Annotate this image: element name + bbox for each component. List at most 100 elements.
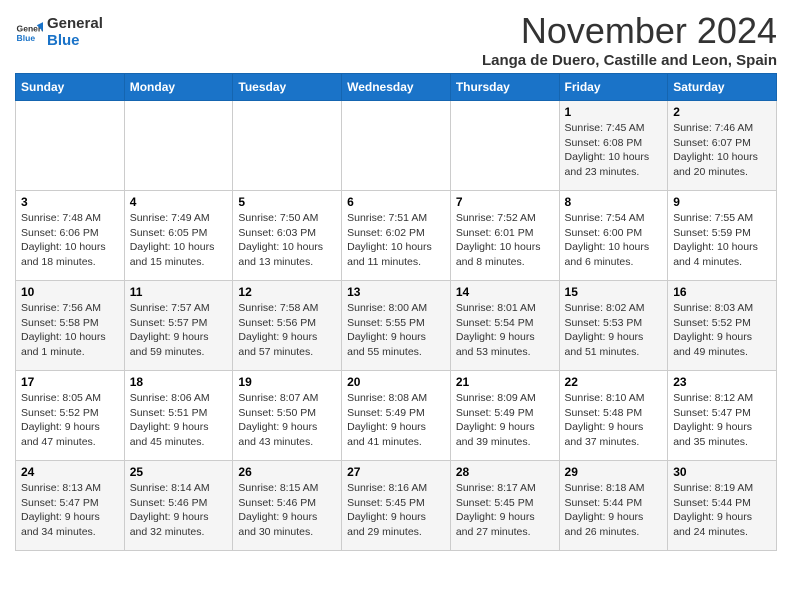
- month-title: November 2024: [482, 10, 777, 52]
- day-number: 27: [347, 465, 445, 479]
- cell-content: Sunrise: 7:54 AM Sunset: 6:00 PM Dayligh…: [565, 211, 663, 270]
- location-subtitle: Langa de Duero, Castille and Leon, Spain: [482, 52, 777, 69]
- calendar-cell: 18 Sunrise: 8:06 AM Sunset: 5:51 PM Dayli…: [124, 371, 233, 461]
- title-section: November 2024 Langa de Duero, Castille a…: [482, 10, 777, 69]
- calendar-cell: 15 Sunrise: 8:02 AM Sunset: 5:53 PM Dayli…: [559, 281, 668, 371]
- cell-content: Sunrise: 8:17 AM Sunset: 5:45 PM Dayligh…: [456, 481, 554, 540]
- day-number: 3: [21, 195, 119, 209]
- cell-content: Sunrise: 8:01 AM Sunset: 5:54 PM Dayligh…: [456, 301, 554, 360]
- logo-icon: General Blue: [15, 19, 43, 47]
- calendar-cell: 6Sunrise: 7:51 AM Sunset: 6:02 PM Daylig…: [342, 191, 451, 281]
- weekday-header: Saturday: [668, 74, 777, 101]
- calendar-header-row: SundayMondayTuesdayWednesdayThursdayFrid…: [16, 74, 777, 101]
- logo: General Blue General Blue: [15, 16, 103, 49]
- calendar-week-row: 17 Sunrise: 8:05 AM Sunset: 5:52 PM Dayli…: [16, 371, 777, 461]
- logo-line1: General: [47, 16, 103, 33]
- cell-content: Sunrise: 7:46 AM Sunset: 6:07 PM Dayligh…: [673, 121, 771, 180]
- calendar-cell: 17 Sunrise: 8:05 AM Sunset: 5:52 PM Dayli…: [16, 371, 125, 461]
- calendar-cell: 4 Sunrise: 7:49 AM Sunset: 6:05 PM Daylig…: [124, 191, 233, 281]
- calendar-cell: 25 Sunrise: 8:14 AM Sunset: 5:46 PM Dayli…: [124, 461, 233, 551]
- cell-content: Sunrise: 8:14 AM Sunset: 5:46 PM Dayligh…: [130, 481, 228, 540]
- day-number: 10: [21, 285, 119, 299]
- cell-content: Sunrise: 7:58 AM Sunset: 5:56 PM Dayligh…: [238, 301, 336, 360]
- cell-content: Sunrise: 8:16 AM Sunset: 5:45 PM Dayligh…: [347, 481, 445, 540]
- cell-content: Sunrise: 8:09 AM Sunset: 5:49 PM Dayligh…: [456, 391, 554, 450]
- cell-content: Sunrise: 8:02 AM Sunset: 5:53 PM Dayligh…: [565, 301, 663, 360]
- calendar-cell: 2 Sunrise: 7:46 AM Sunset: 6:07 PM Daylig…: [668, 101, 777, 191]
- day-number: 19: [238, 375, 336, 389]
- day-number: 24: [21, 465, 119, 479]
- calendar-cell: [450, 101, 559, 191]
- calendar-cell: 20 Sunrise: 8:08 AM Sunset: 5:49 PM Dayli…: [342, 371, 451, 461]
- cell-content: Sunrise: 7:48 AM Sunset: 6:06 PM Dayligh…: [21, 211, 119, 270]
- calendar-cell: 22Sunrise: 8:10 AM Sunset: 5:48 PM Dayli…: [559, 371, 668, 461]
- calendar-cell: 24 Sunrise: 8:13 AM Sunset: 5:47 PM Dayli…: [16, 461, 125, 551]
- day-number: 17: [21, 375, 119, 389]
- cell-content: Sunrise: 8:18 AM Sunset: 5:44 PM Dayligh…: [565, 481, 663, 540]
- calendar-cell: 19Sunrise: 8:07 AM Sunset: 5:50 PM Dayli…: [233, 371, 342, 461]
- day-number: 9: [673, 195, 771, 209]
- weekday-header: Tuesday: [233, 74, 342, 101]
- cell-content: Sunrise: 8:15 AM Sunset: 5:46 PM Dayligh…: [238, 481, 336, 540]
- cell-content: Sunrise: 7:51 AM Sunset: 6:02 PM Dayligh…: [347, 211, 445, 270]
- day-number: 18: [130, 375, 228, 389]
- day-number: 1: [565, 105, 663, 119]
- weekday-header: Wednesday: [342, 74, 451, 101]
- calendar-cell: 12 Sunrise: 7:58 AM Sunset: 5:56 PM Dayli…: [233, 281, 342, 371]
- calendar-cell: [16, 101, 125, 191]
- calendar-cell: 11 Sunrise: 7:57 AM Sunset: 5:57 PM Dayli…: [124, 281, 233, 371]
- cell-content: Sunrise: 7:49 AM Sunset: 6:05 PM Dayligh…: [130, 211, 228, 270]
- cell-content: Sunrise: 7:50 AM Sunset: 6:03 PM Dayligh…: [238, 211, 336, 270]
- day-number: 26: [238, 465, 336, 479]
- calendar-week-row: 24 Sunrise: 8:13 AM Sunset: 5:47 PM Dayli…: [16, 461, 777, 551]
- weekday-header: Sunday: [16, 74, 125, 101]
- calendar-cell: 8Sunrise: 7:54 AM Sunset: 6:00 PM Daylig…: [559, 191, 668, 281]
- cell-content: Sunrise: 7:45 AM Sunset: 6:08 PM Dayligh…: [565, 121, 663, 180]
- cell-content: Sunrise: 8:03 AM Sunset: 5:52 PM Dayligh…: [673, 301, 771, 360]
- cell-content: Sunrise: 8:06 AM Sunset: 5:51 PM Dayligh…: [130, 391, 228, 450]
- cell-content: Sunrise: 8:08 AM Sunset: 5:49 PM Dayligh…: [347, 391, 445, 450]
- day-number: 23: [673, 375, 771, 389]
- calendar-table: SundayMondayTuesdayWednesdayThursdayFrid…: [15, 73, 777, 551]
- calendar-cell: 14 Sunrise: 8:01 AM Sunset: 5:54 PM Dayli…: [450, 281, 559, 371]
- page-header: General Blue General Blue November 2024 …: [15, 10, 777, 69]
- cell-content: Sunrise: 8:19 AM Sunset: 5:44 PM Dayligh…: [673, 481, 771, 540]
- cell-content: Sunrise: 8:13 AM Sunset: 5:47 PM Dayligh…: [21, 481, 119, 540]
- day-number: 21: [456, 375, 554, 389]
- calendar-week-row: 1 Sunrise: 7:45 AM Sunset: 6:08 PM Daylig…: [16, 101, 777, 191]
- day-number: 2: [673, 105, 771, 119]
- logo-line2: Blue: [47, 33, 103, 50]
- day-number: 5: [238, 195, 336, 209]
- calendar-cell: [233, 101, 342, 191]
- day-number: 4: [130, 195, 228, 209]
- calendar-cell: 10Sunrise: 7:56 AM Sunset: 5:58 PM Dayli…: [16, 281, 125, 371]
- calendar-week-row: 10Sunrise: 7:56 AM Sunset: 5:58 PM Dayli…: [16, 281, 777, 371]
- cell-content: Sunrise: 7:52 AM Sunset: 6:01 PM Dayligh…: [456, 211, 554, 270]
- day-number: 25: [130, 465, 228, 479]
- calendar-cell: 5 Sunrise: 7:50 AM Sunset: 6:03 PM Daylig…: [233, 191, 342, 281]
- day-number: 20: [347, 375, 445, 389]
- weekday-header: Monday: [124, 74, 233, 101]
- day-number: 11: [130, 285, 228, 299]
- weekday-header: Friday: [559, 74, 668, 101]
- day-number: 15: [565, 285, 663, 299]
- calendar-cell: 28 Sunrise: 8:17 AM Sunset: 5:45 PM Dayli…: [450, 461, 559, 551]
- calendar-cell: [342, 101, 451, 191]
- cell-content: Sunrise: 8:12 AM Sunset: 5:47 PM Dayligh…: [673, 391, 771, 450]
- calendar-cell: 21 Sunrise: 8:09 AM Sunset: 5:49 PM Dayli…: [450, 371, 559, 461]
- day-number: 14: [456, 285, 554, 299]
- calendar-cell: 16 Sunrise: 8:03 AM Sunset: 5:52 PM Dayli…: [668, 281, 777, 371]
- day-number: 12: [238, 285, 336, 299]
- calendar-cell: 3 Sunrise: 7:48 AM Sunset: 6:06 PM Daylig…: [16, 191, 125, 281]
- cell-content: Sunrise: 7:57 AM Sunset: 5:57 PM Dayligh…: [130, 301, 228, 360]
- calendar-cell: 1 Sunrise: 7:45 AM Sunset: 6:08 PM Daylig…: [559, 101, 668, 191]
- calendar-cell: 29 Sunrise: 8:18 AM Sunset: 5:44 PM Dayli…: [559, 461, 668, 551]
- day-number: 29: [565, 465, 663, 479]
- cell-content: Sunrise: 7:55 AM Sunset: 5:59 PM Dayligh…: [673, 211, 771, 270]
- weekday-header: Thursday: [450, 74, 559, 101]
- cell-content: Sunrise: 8:05 AM Sunset: 5:52 PM Dayligh…: [21, 391, 119, 450]
- day-number: 16: [673, 285, 771, 299]
- day-number: 28: [456, 465, 554, 479]
- calendar-cell: 7Sunrise: 7:52 AM Sunset: 6:01 PM Daylig…: [450, 191, 559, 281]
- calendar-cell: 23 Sunrise: 8:12 AM Sunset: 5:47 PM Dayli…: [668, 371, 777, 461]
